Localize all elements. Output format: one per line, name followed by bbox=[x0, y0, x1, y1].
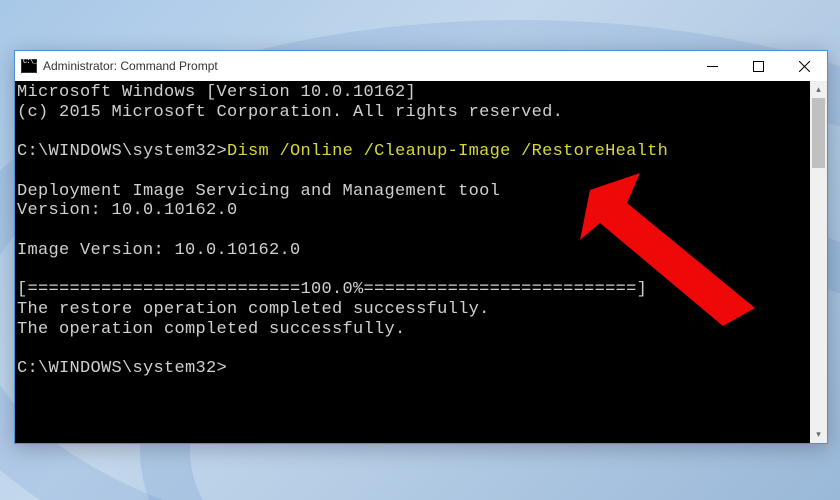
vertical-scrollbar[interactable]: ▴ ▾ bbox=[810, 81, 827, 443]
output-line: The restore operation completed successf… bbox=[17, 300, 490, 319]
prompt-path: C:\WINDOWS\system32> bbox=[17, 142, 227, 161]
command-prompt-window: Administrator: Command Prompt Microsoft … bbox=[14, 50, 828, 444]
output-line: Deployment Image Servicing and Managemen… bbox=[17, 182, 500, 201]
minimize-button[interactable] bbox=[689, 51, 735, 81]
window-title: Administrator: Command Prompt bbox=[43, 59, 689, 73]
output-line: The operation completed successfully. bbox=[17, 320, 406, 339]
scroll-up-button[interactable]: ▴ bbox=[810, 81, 827, 98]
scroll-down-button[interactable]: ▾ bbox=[810, 426, 827, 443]
output-line: Version: 10.0.10162.0 bbox=[17, 201, 238, 220]
scroll-thumb[interactable] bbox=[812, 98, 825, 168]
typed-command: Dism /Online /Cleanup-Image /RestoreHeal… bbox=[227, 142, 668, 161]
titlebar[interactable]: Administrator: Command Prompt bbox=[15, 51, 827, 81]
window-controls bbox=[689, 51, 827, 81]
prompt-path: C:\WINDOWS\system32> bbox=[17, 359, 227, 378]
output-line: Image Version: 10.0.10162.0 bbox=[17, 241, 301, 260]
cmd-icon bbox=[21, 59, 37, 73]
terminal-container: Microsoft Windows [Version 10.0.10162] (… bbox=[15, 81, 827, 443]
progress-bar: [==========================100.0%=======… bbox=[17, 280, 647, 299]
maximize-button[interactable] bbox=[735, 51, 781, 81]
close-button[interactable] bbox=[781, 51, 827, 81]
output-line: (c) 2015 Microsoft Corporation. All righ… bbox=[17, 103, 563, 122]
output-line: Microsoft Windows [Version 10.0.10162] bbox=[17, 83, 416, 102]
terminal-output[interactable]: Microsoft Windows [Version 10.0.10162] (… bbox=[15, 81, 810, 443]
